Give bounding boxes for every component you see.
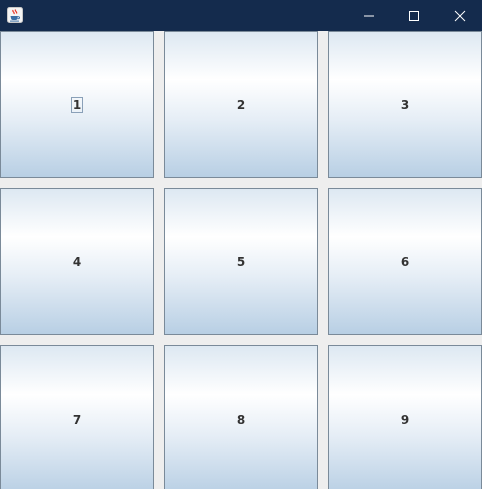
grid-button-4[interactable]: 4 — [0, 188, 154, 335]
grid-button-label: 6 — [400, 254, 410, 269]
maximize-button[interactable] — [391, 0, 437, 31]
grid-button-label: 8 — [236, 413, 246, 427]
grid-button-3[interactable]: 3 — [328, 31, 482, 178]
maximize-icon — [409, 10, 419, 21]
grid-button-2[interactable]: 2 — [164, 31, 318, 178]
button-grid: 1 2 3 4 5 6 7 8 9 — [0, 31, 482, 489]
close-button[interactable] — [437, 0, 482, 31]
java-cup-icon[interactable] — [7, 7, 23, 23]
grid-button-label: 4 — [72, 254, 82, 269]
grid-button-label: 5 — [236, 254, 246, 269]
grid-button-9[interactable]: 9 — [328, 345, 482, 489]
grid-button-8[interactable]: 8 — [164, 345, 318, 489]
grid-button-label: 3 — [400, 97, 410, 112]
minimize-button[interactable] — [346, 0, 392, 31]
grid-button-label: 2 — [236, 97, 246, 112]
grid-button-6[interactable]: 6 — [328, 188, 482, 335]
grid-button-label: 9 — [400, 413, 410, 427]
grid-button-1[interactable]: 1 — [0, 31, 154, 178]
close-icon — [454, 10, 466, 21]
grid-button-label: 7 — [72, 413, 82, 427]
title-bar[interactable] — [0, 0, 482, 31]
grid-button-7[interactable]: 7 — [0, 345, 154, 489]
grid-button-5[interactable]: 5 — [164, 188, 318, 335]
minimize-icon — [364, 15, 374, 16]
grid-button-label: 1 — [70, 96, 84, 113]
